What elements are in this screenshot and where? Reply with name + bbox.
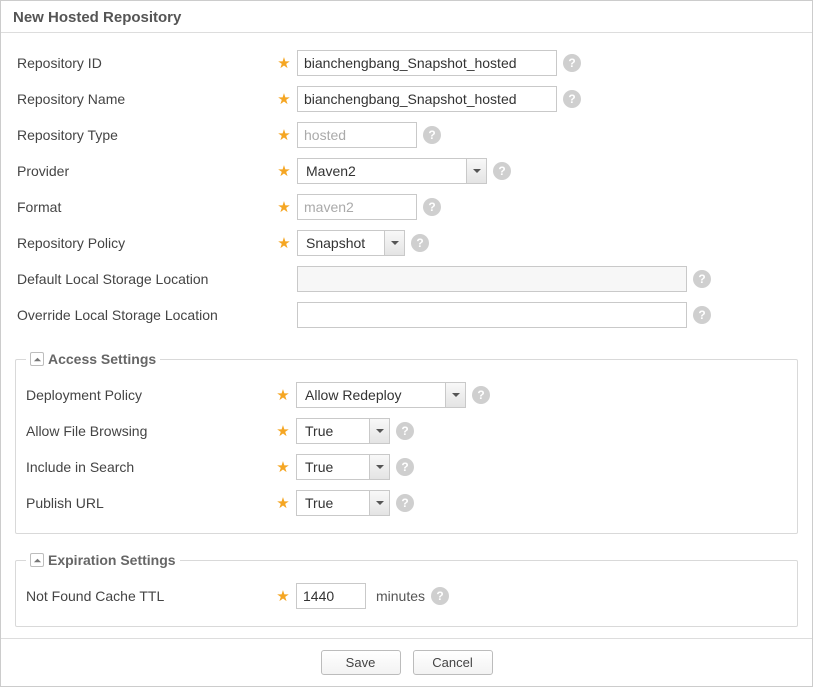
default-storage-input bbox=[297, 266, 687, 292]
allow-file-browsing-value: True bbox=[297, 419, 341, 443]
footer-button-bar: Save Cancel bbox=[1, 638, 812, 686]
required-star-placeholder bbox=[275, 271, 293, 288]
provider-value: Maven2 bbox=[298, 159, 364, 183]
required-star-icon: ★ bbox=[274, 386, 292, 404]
include-in-search-value: True bbox=[297, 455, 341, 479]
help-icon[interactable]: ? bbox=[396, 422, 414, 440]
publish-url-select[interactable]: True bbox=[296, 490, 390, 516]
label-allow-file-browsing: Allow File Browsing bbox=[26, 423, 274, 439]
access-settings-legend: Access Settings bbox=[26, 351, 160, 367]
row-repository-name: Repository Name ★ ? bbox=[15, 81, 798, 117]
chevron-down-icon[interactable] bbox=[445, 383, 465, 407]
new-hosted-repo-window: New Hosted Repository Repository ID ★ ? … bbox=[0, 0, 813, 687]
form-scroll-area[interactable]: Repository ID ★ ? Repository Name ★ ? Re… bbox=[1, 35, 812, 638]
help-icon[interactable]: ? bbox=[472, 386, 490, 404]
row-repository-type: Repository Type ★ ? bbox=[15, 117, 798, 153]
help-icon[interactable]: ? bbox=[411, 234, 429, 252]
help-icon[interactable]: ? bbox=[423, 198, 441, 216]
help-icon[interactable]: ? bbox=[563, 54, 581, 72]
row-default-storage: Default Local Storage Location ? bbox=[15, 261, 798, 297]
repository-policy-select[interactable]: Snapshot bbox=[297, 230, 405, 256]
ttl-unit-label: minutes bbox=[376, 588, 425, 604]
collapse-toggle-icon[interactable] bbox=[30, 352, 44, 366]
access-settings-title: Access Settings bbox=[48, 351, 156, 367]
required-star-icon: ★ bbox=[275, 198, 293, 216]
help-icon[interactable]: ? bbox=[431, 587, 449, 605]
required-star-icon: ★ bbox=[275, 54, 293, 72]
format-input bbox=[297, 194, 417, 220]
row-repository-id: Repository ID ★ ? bbox=[15, 45, 798, 81]
required-star-icon: ★ bbox=[275, 234, 293, 252]
row-allow-file-browsing: Allow File Browsing ★ True ? bbox=[26, 413, 787, 449]
required-star-icon: ★ bbox=[274, 587, 292, 605]
row-provider: Provider ★ Maven2 ? bbox=[15, 153, 798, 189]
access-settings-section: Access Settings Deployment Policy ★ Allo… bbox=[15, 351, 798, 534]
label-repository-type: Repository Type bbox=[15, 127, 275, 143]
expiration-settings-legend: Expiration Settings bbox=[26, 552, 180, 568]
include-in-search-select[interactable]: True bbox=[296, 454, 390, 480]
help-icon[interactable]: ? bbox=[396, 494, 414, 512]
chevron-down-icon[interactable] bbox=[466, 159, 486, 183]
label-provider: Provider bbox=[15, 163, 275, 179]
label-override-storage: Override Local Storage Location bbox=[15, 307, 275, 323]
help-icon[interactable]: ? bbox=[563, 90, 581, 108]
row-format: Format ★ ? bbox=[15, 189, 798, 225]
repository-name-input[interactable] bbox=[297, 86, 557, 112]
row-override-storage: Override Local Storage Location ? bbox=[15, 297, 798, 333]
row-include-in-search: Include in Search ★ True ? bbox=[26, 449, 787, 485]
required-star-icon: ★ bbox=[274, 422, 292, 440]
required-star-icon: ★ bbox=[274, 458, 292, 476]
row-publish-url: Publish URL ★ True ? bbox=[26, 485, 787, 521]
chevron-down-icon[interactable] bbox=[369, 419, 389, 443]
label-not-found-cache-ttl: Not Found Cache TTL bbox=[26, 588, 274, 604]
row-deployment-policy: Deployment Policy ★ Allow Redeploy ? bbox=[26, 377, 787, 413]
required-star-icon: ★ bbox=[275, 162, 293, 180]
required-star-placeholder bbox=[275, 307, 293, 324]
chevron-down-icon[interactable] bbox=[384, 231, 404, 255]
help-icon[interactable]: ? bbox=[693, 270, 711, 288]
allow-file-browsing-select[interactable]: True bbox=[296, 418, 390, 444]
not-found-cache-ttl-input[interactable] bbox=[296, 583, 366, 609]
label-default-storage: Default Local Storage Location bbox=[15, 271, 275, 287]
window-title: New Hosted Repository bbox=[1, 1, 812, 33]
cancel-button[interactable]: Cancel bbox=[413, 650, 493, 675]
deployment-policy-select[interactable]: Allow Redeploy bbox=[296, 382, 466, 408]
override-storage-input[interactable] bbox=[297, 302, 687, 328]
label-deployment-policy: Deployment Policy bbox=[26, 387, 274, 403]
provider-select[interactable]: Maven2 bbox=[297, 158, 487, 184]
deployment-policy-value: Allow Redeploy bbox=[297, 383, 410, 407]
help-icon[interactable]: ? bbox=[693, 306, 711, 324]
help-icon[interactable]: ? bbox=[396, 458, 414, 476]
label-publish-url: Publish URL bbox=[26, 495, 274, 511]
label-format: Format bbox=[15, 199, 275, 215]
repository-policy-value: Snapshot bbox=[298, 231, 373, 255]
expiration-settings-section: Expiration Settings Not Found Cache TTL … bbox=[15, 552, 798, 627]
repository-id-input[interactable] bbox=[297, 50, 557, 76]
collapse-toggle-icon[interactable] bbox=[30, 553, 44, 567]
help-icon[interactable]: ? bbox=[493, 162, 511, 180]
help-icon[interactable]: ? bbox=[423, 126, 441, 144]
row-repository-policy: Repository Policy ★ Snapshot ? bbox=[15, 225, 798, 261]
expiration-settings-title: Expiration Settings bbox=[48, 552, 176, 568]
required-star-icon: ★ bbox=[275, 90, 293, 108]
row-not-found-cache-ttl: Not Found Cache TTL ★ minutes ? bbox=[26, 578, 787, 614]
chevron-down-icon[interactable] bbox=[369, 491, 389, 515]
label-include-in-search: Include in Search bbox=[26, 459, 274, 475]
required-star-icon: ★ bbox=[275, 126, 293, 144]
label-repository-id: Repository ID bbox=[15, 55, 275, 71]
required-star-icon: ★ bbox=[274, 494, 292, 512]
chevron-down-icon[interactable] bbox=[369, 455, 389, 479]
publish-url-value: True bbox=[297, 491, 341, 515]
save-button[interactable]: Save bbox=[321, 650, 401, 675]
label-repository-policy: Repository Policy bbox=[15, 235, 275, 251]
label-repository-name: Repository Name bbox=[15, 91, 275, 107]
repository-type-input bbox=[297, 122, 417, 148]
